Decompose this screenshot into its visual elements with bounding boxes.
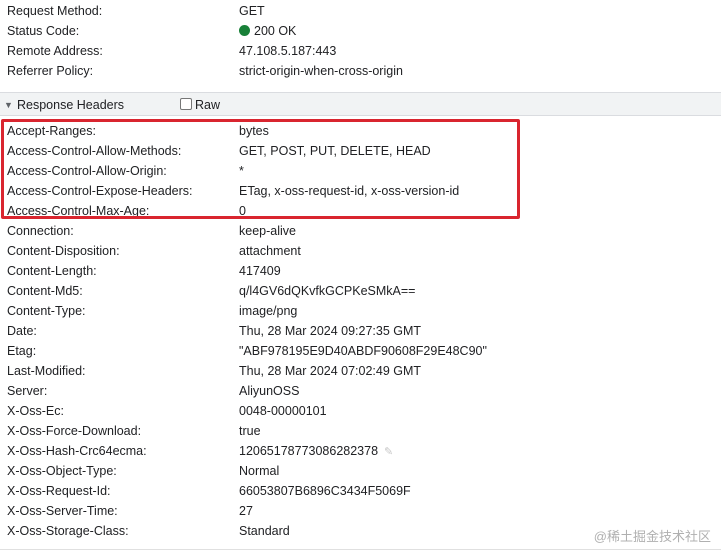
raw-label: Raw [195,98,221,112]
response-header-row: Date: Thu, 28 Mar 2024 09:27:35 GMT [0,321,721,341]
status-text: 200 OK [254,24,297,38]
response-header-row: Content-Type: image/png [0,301,721,321]
raw-checkbox[interactable] [180,98,192,110]
response-header-row: X-Oss-Object-Type: Normal [0,461,721,481]
header-value-text: 27 [239,504,253,518]
header-value: Thu, 28 Mar 2024 07:02:49 GMT [239,364,421,378]
general-row-request-method: Request Method: GET [0,1,721,21]
header-value-text: q/l4GV6dQKvfkGCPKeSMkA== [239,284,416,298]
header-key: Content-Type: [7,304,86,318]
header-key: Content-Md5: [7,284,83,298]
general-row-referrer-policy: Referrer Policy: strict-origin-when-cros… [0,61,721,81]
divider [0,549,721,550]
header-key: Referrer Policy: [7,64,94,78]
status-ok-icon [239,25,250,36]
highlight-box [1,119,520,219]
general-row-status-code: Status Code: 200 OK [0,21,721,41]
response-header-row: Content-Disposition: attachment [0,241,721,261]
response-header-row: X-Oss-Server-Time: 27 [0,501,721,521]
header-key: Content-Disposition: [7,244,120,258]
header-key: X-Oss-Object-Type: [7,464,117,478]
header-key: Connection: [7,224,74,238]
header-value: 27 [239,504,253,518]
header-value: 417409 [239,264,281,278]
response-header-row: X-Oss-Ec: 0048-00000101 [0,401,721,421]
header-value-text: Thu, 28 Mar 2024 09:27:35 GMT [239,324,422,338]
header-key: Content-Length: [7,264,97,278]
response-header-row: Server: AliyunOSS [0,381,721,401]
header-key: Status Code: [7,24,80,38]
header-key: X-Oss-Ec: [7,404,64,418]
response-header-row: X-Oss-Request-Id: 66053807B6896C3434F5069… [0,481,721,501]
header-value-text: 417409 [239,264,281,278]
header-key: X-Oss-Force-Download: [7,424,142,438]
header-value-text: Thu, 28 Mar 2024 07:02:49 GMT [239,364,422,378]
header-value-text: 0048-00000101 [239,404,327,418]
header-key: Last-Modified: [7,364,86,378]
response-header-row: X-Oss-Hash-Crc64ecma: 1206517877308628237… [0,441,721,461]
response-header-row: Content-Md5: q/l4GV6dQKvfkGCPKeSMkA== [0,281,721,301]
header-key: X-Oss-Storage-Class: [7,524,129,538]
header-value: 0048-00000101 [239,404,327,418]
header-value-text: true [239,424,261,438]
header-value-text: Standard [239,524,290,538]
header-value: attachment [239,244,301,258]
header-value: true [239,424,261,438]
header-value-text: 12065178773086282378 [239,444,379,458]
header-key: Etag: [7,344,37,358]
header-value: 12065178773086282378 ✎ [239,444,393,458]
header-key: X-Oss-Request-Id: [7,484,111,498]
response-header-row: Connection: keep-alive [0,221,721,241]
section-title: Response Headers [17,98,125,112]
header-value: 66053807B6896C3434F5069F [239,484,411,498]
status-value: 200 OK [239,24,296,38]
header-value-text: keep-alive [239,224,296,238]
header-value-text: image/png [239,304,298,318]
header-key: Server: [7,384,48,398]
edit-icon: ✎ [384,446,394,458]
header-value: q/l4GV6dQKvfkGCPKeSMkA== [239,284,415,298]
header-value: keep-alive [239,224,296,238]
header-value-text: Normal [239,464,280,478]
header-value-text: 66053807B6896C3434F5069F [239,484,411,498]
header-value: AliyunOSS [239,384,299,398]
header-key: Remote Address: [7,44,103,58]
header-value: Normal [239,464,279,478]
header-key: X-Oss-Hash-Crc64ecma: [7,444,147,458]
header-value: Standard [239,524,290,538]
response-header-row: Last-Modified: Thu, 28 Mar 2024 07:02:49 … [0,361,721,381]
response-header-row: Content-Length: 417409 [0,261,721,281]
header-value: image/png [239,304,297,318]
general-row-remote-address: Remote Address: 47.108.5.187:443 [0,41,721,61]
header-key: Date: [7,324,37,338]
collapse-triangle-icon[interactable]: ▼ [4,100,13,110]
header-value: strict-origin-when-cross-origin [239,64,403,78]
response-headers-section-header[interactable]: ▼ Response Headers Raw [0,92,721,116]
header-key: Request Method: [7,4,103,18]
header-value: "ABF978195E9D40ABDF90608F29E48C90" [239,344,487,358]
header-value-text: "ABF978195E9D40ABDF90608F29E48C90" [239,344,487,358]
header-value: Thu, 28 Mar 2024 09:27:35 GMT [239,324,421,338]
header-value-text: AliyunOSS [239,384,300,398]
raw-toggle[interactable]: Raw [180,98,220,112]
response-header-row: Etag: "ABF978195E9D40ABDF90608F29E48C90" [0,341,721,361]
header-value: 47.108.5.187:443 [239,44,337,58]
watermark: @稀土掘金技术社区 [593,529,711,544]
header-value-text: attachment [239,244,301,258]
response-header-row: X-Oss-Force-Download: true [0,421,721,441]
header-key: X-Oss-Server-Time: [7,504,118,518]
header-value: GET [239,4,265,18]
